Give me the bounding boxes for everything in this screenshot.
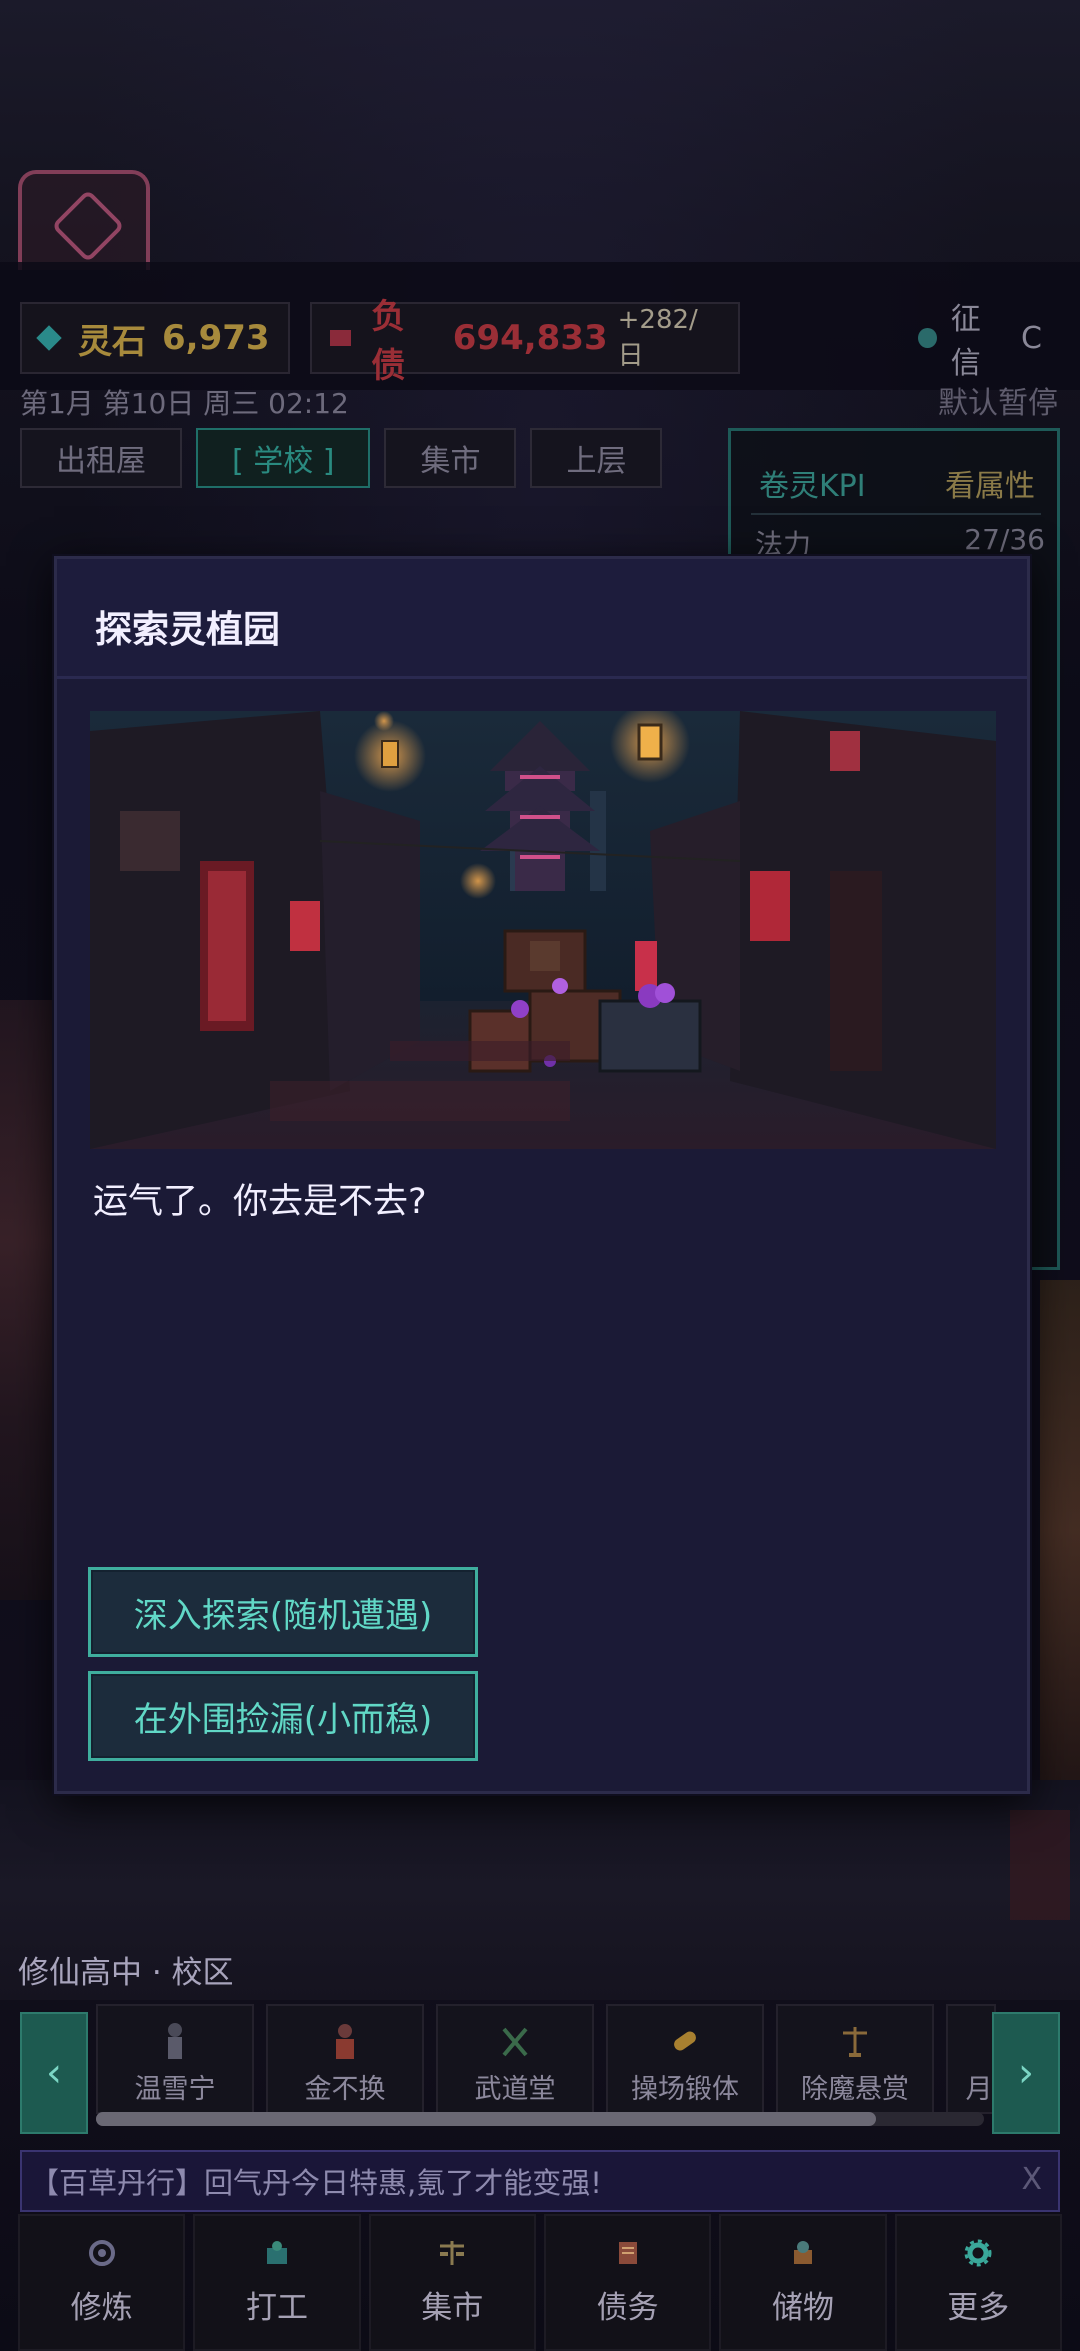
shortcut-label: 温雪宁 xyxy=(134,2074,216,2105)
shortcut-martial-hall[interactable]: 武道堂 xyxy=(436,2004,594,2114)
shortcut-label: 除魔悬赏 xyxy=(801,2074,909,2105)
spirit-stone-label: 灵石 xyxy=(78,321,146,362)
tab-school[interactable]: [ 学校 ] xyxy=(196,428,371,488)
nav-label: 债务 xyxy=(596,2290,659,2326)
view-attributes-link[interactable]: 看属性 xyxy=(945,461,1035,505)
credit-label: 征信 xyxy=(950,302,981,381)
avatar xyxy=(18,170,150,270)
scales-icon xyxy=(843,2027,867,2057)
nav-work[interactable]: 打工 xyxy=(193,2214,361,2351)
shortcut-label: 金不换 xyxy=(304,2074,386,2105)
carousel-scroll-thumb[interactable] xyxy=(96,2112,876,2126)
resource-bar: 灵石 6,973 负债 694,833 +282/日 征信 C xyxy=(0,262,1080,390)
spirit-stone-value: 6,973 xyxy=(162,318,270,358)
shortcut-label: 操场锻体 xyxy=(631,2074,739,2105)
date-display: 第1月 第10日 周三 02:12 xyxy=(20,387,349,420)
debt-scroll-icon xyxy=(618,2242,637,2264)
promo-text: 【百草丹行】回气丹今日特惠,氪了才能变强! xyxy=(30,2166,602,2200)
dialog-title: 探索灵植园 xyxy=(95,608,280,651)
nav-label: 打工 xyxy=(245,2290,308,2326)
storage-icon xyxy=(793,2241,812,2264)
carousel-right-arrow[interactable]: › xyxy=(992,2012,1060,2134)
nav-cultivate[interactable]: 修炼 xyxy=(18,2214,186,2351)
scene-illustration xyxy=(90,711,996,1149)
debt-delta: +282/日 xyxy=(617,304,698,371)
credit-value: C xyxy=(1021,320,1042,356)
bottom-nav: 修炼 打工 集市 债务 储物 更多 xyxy=(0,2214,1080,2351)
tab-market[interactable]: 集市 xyxy=(384,428,517,488)
nav-more[interactable]: 更多 xyxy=(894,2214,1062,2351)
pause-button[interactable]: 默认暂停 xyxy=(938,378,1058,422)
shortcut-demon-bounty[interactable]: 除魔悬赏 xyxy=(776,2004,934,2114)
dialog-header: 探索灵植园 xyxy=(57,559,1027,679)
debt-value: 694,833 xyxy=(452,318,608,358)
close-icon[interactable]: X xyxy=(1021,2162,1042,2197)
location-tabs: 出租屋 [ 学校 ] 集市 上层 xyxy=(20,428,663,488)
nav-label: 更多 xyxy=(947,2290,1010,2326)
kpi-divider xyxy=(751,513,1041,515)
shortcut-partial[interactable]: 月 xyxy=(946,2004,996,2114)
nav-market[interactable]: 集市 xyxy=(368,2214,536,2351)
debt-counter[interactable]: 负债 694,833 +282/日 xyxy=(310,297,740,386)
promo-banner[interactable]: 【百草丹行】回气丹今日特惠,氪了才能变强! X xyxy=(20,2150,1060,2212)
student-girl-icon xyxy=(168,2023,182,2059)
tab-rental[interactable]: 出租屋 xyxy=(20,428,182,488)
nav-debt[interactable]: 债务 xyxy=(543,2214,712,2351)
debt-icon xyxy=(330,330,352,346)
alley-scene-image xyxy=(90,711,996,1149)
kpi-title: 卷灵KPI xyxy=(759,469,866,504)
credit-indicator[interactable]: 征信 C xyxy=(900,302,1060,381)
debt-label: 负债 xyxy=(371,297,406,386)
explore-deep-button[interactable]: 深入探索(随机遭遇) xyxy=(88,1567,478,1657)
nav-label: 储物 xyxy=(771,2290,834,2326)
nav-storage[interactable]: 储物 xyxy=(719,2214,887,2351)
dumbbell-icon xyxy=(674,2031,696,2051)
shortcut-jin-buhuan[interactable]: 金不换 xyxy=(266,2004,424,2114)
location-label: 修仙高中 · 校区 xyxy=(18,1955,234,1991)
spirit-stone-icon xyxy=(36,325,62,351)
merchant-icon xyxy=(336,2024,354,2059)
cultivate-icon xyxy=(88,2240,115,2266)
tab-upper[interactable]: 上层 xyxy=(530,428,663,488)
shortcut-field-training[interactable]: 操场锻体 xyxy=(606,2004,764,2114)
market-icon xyxy=(440,2241,465,2265)
explore-dialog: 探索灵植园 运气了。你去是不去? 深入探索(随机遭遇) 在外围捡漏(小而稳) xyxy=(54,556,1030,1794)
shortcut-label: 月 xyxy=(965,2074,993,2105)
spirit-stone-counter[interactable]: 灵石 6,973 xyxy=(20,302,290,374)
shortcut-wen-xuening[interactable]: 温雪宁 xyxy=(96,2004,254,2114)
carousel-left-arrow[interactable]: ‹ xyxy=(20,2012,88,2134)
nav-label: 集市 xyxy=(421,2290,484,2326)
gear-icon xyxy=(964,2239,992,2267)
shortcut-label: 武道堂 xyxy=(474,2074,556,2105)
crossed-swords-icon xyxy=(502,2027,528,2057)
nav-label: 修炼 xyxy=(70,2290,133,2326)
credit-icon xyxy=(918,328,937,348)
work-icon xyxy=(266,2241,287,2264)
scavenge-outskirts-button[interactable]: 在外围捡漏(小而稳) xyxy=(88,1671,478,1761)
dialog-text: 运气了。你去是不去? xyxy=(93,1182,427,1222)
shortcut-carousel: ‹ 温雪宁 金不换 武道堂 操场锻体 除魔悬赏 月 › xyxy=(0,2004,1080,2134)
carousel-scrollbar[interactable] xyxy=(96,2112,984,2126)
